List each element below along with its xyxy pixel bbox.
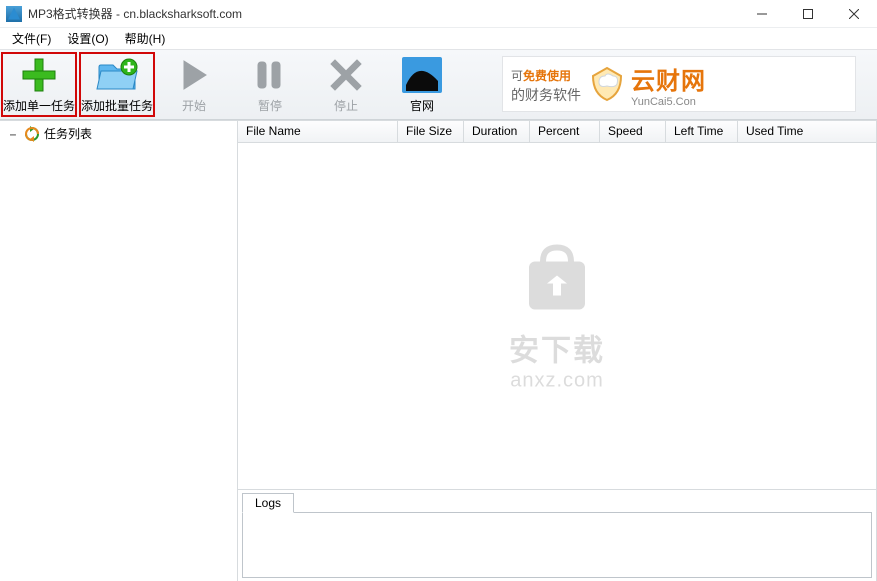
pause-label: 暂停 (258, 97, 282, 114)
col-lefttime[interactable]: Left Time (666, 121, 738, 142)
start-button[interactable]: 开始 (156, 50, 232, 119)
refresh-icon (24, 126, 40, 142)
shark-icon (400, 55, 444, 95)
right-pane: File Name File Size Duration Percent Spe… (238, 120, 877, 581)
watermark: 安下载 anxz.com (509, 240, 605, 393)
sidebar-task-list-label: 任务列表 (44, 125, 92, 142)
col-filesize[interactable]: File Size (398, 121, 464, 142)
minimize-button[interactable] (739, 0, 785, 28)
menu-file[interactable]: 文件(F) (4, 28, 59, 49)
add-single-label: 添加单一任务 (3, 97, 75, 114)
stop-x-icon (324, 55, 368, 95)
start-label: 开始 (182, 97, 206, 114)
toolbar: 添加单一任务 添加批量任务 开始 暂停 停止 (0, 50, 877, 120)
play-icon (172, 55, 216, 95)
app-icon (6, 6, 22, 22)
list-header: File Name File Size Duration Percent Spe… (238, 120, 877, 143)
minimize-icon (757, 9, 767, 19)
tree-collapse-icon[interactable]: – (6, 127, 20, 141)
title-bar: MP3格式转换器 - cn.blacksharksoft.com (0, 0, 877, 28)
logs-panel: Logs (238, 489, 877, 581)
stop-button[interactable]: 停止 (308, 50, 384, 119)
pause-button[interactable]: 暂停 (232, 50, 308, 119)
bag-icon (517, 240, 597, 320)
watermark-line1: 安下载 (509, 326, 605, 370)
menu-help[interactable]: 帮助(H) (117, 28, 174, 49)
sidebar: – 任务列表 (0, 120, 238, 581)
col-filename[interactable]: File Name (238, 121, 398, 142)
col-speed[interactable]: Speed (600, 121, 666, 142)
maximize-icon (803, 9, 813, 19)
stop-label: 停止 (334, 97, 358, 114)
maximize-button[interactable] (785, 0, 831, 28)
cloud-shield-icon (587, 64, 627, 104)
logs-box (242, 512, 872, 578)
logs-tab[interactable]: Logs (242, 493, 294, 513)
plus-icon (17, 55, 61, 95)
close-button[interactable] (831, 0, 877, 28)
col-percent[interactable]: Percent (530, 121, 600, 142)
sidebar-task-list-node[interactable]: – 任务列表 (0, 121, 237, 146)
official-site-button[interactable]: 官网 (384, 50, 460, 119)
official-label: 官网 (410, 97, 434, 114)
pause-icon (248, 55, 292, 95)
window-title: MP3格式转换器 - cn.blacksharksoft.com (28, 5, 739, 22)
banner-line2: 的财务软件 (511, 85, 581, 105)
banner-brand-name: 云财网 (631, 61, 706, 96)
menu-bar: 文件(F) 设置(O) 帮助(H) (0, 28, 877, 50)
list-body: 安下载 anxz.com (238, 143, 877, 489)
menu-settings[interactable]: 设置(O) (59, 28, 116, 49)
folder-plus-icon (95, 55, 139, 95)
main-area: – 任务列表 File Name File Size Duration Perc… (0, 120, 877, 581)
add-batch-task-button[interactable]: 添加批量任务 (79, 52, 155, 117)
col-duration[interactable]: Duration (464, 121, 530, 142)
close-icon (849, 9, 859, 19)
ad-banner[interactable]: 可免费使用 的财务软件 云财网 YunCai5.Con (502, 56, 856, 112)
col-usedtime[interactable]: Used Time (738, 121, 818, 142)
banner-brand-sub: YunCai5.Con (631, 96, 706, 108)
add-single-task-button[interactable]: 添加单一任务 (1, 52, 77, 117)
add-batch-label: 添加批量任务 (81, 97, 153, 114)
banner-brand: 云财网 YunCai5.Con (587, 61, 706, 108)
watermark-line2: anxz.com (509, 370, 605, 393)
banner-line1: 可免费使用 (511, 64, 581, 85)
